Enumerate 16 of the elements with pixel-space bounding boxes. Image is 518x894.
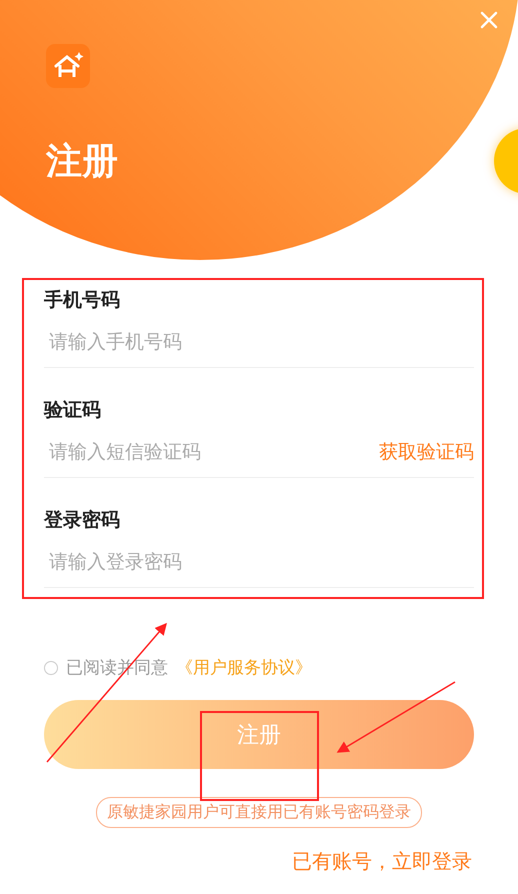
agree-checkbox[interactable]: [44, 660, 58, 674]
register-button[interactable]: 注册: [44, 700, 474, 769]
notice-badge: 原敏捷家园用户可直接用已有账号密码登录: [96, 797, 422, 828]
input-field[interactable]: 请输入手机号码: [44, 330, 474, 352]
get-code-link[interactable]: 获取验证码: [379, 438, 474, 464]
field-label: 登录密码: [44, 508, 121, 532]
login-link[interactable]: 已有账号，立即登录: [292, 848, 472, 875]
field-label: 手机号码: [44, 288, 121, 312]
input-field[interactable]: 请输入登录密码: [44, 550, 474, 572]
input-field[interactable]: 请输入短信验证码: [44, 440, 379, 462]
page-title: 注册: [46, 144, 118, 180]
house-logo-icon: [46, 44, 90, 88]
field-label: 验证码: [44, 398, 102, 422]
agreement-link[interactable]: 《用户服务协议》: [176, 656, 312, 679]
close-button[interactable]: [480, 11, 498, 29]
close-icon: [480, 11, 498, 29]
